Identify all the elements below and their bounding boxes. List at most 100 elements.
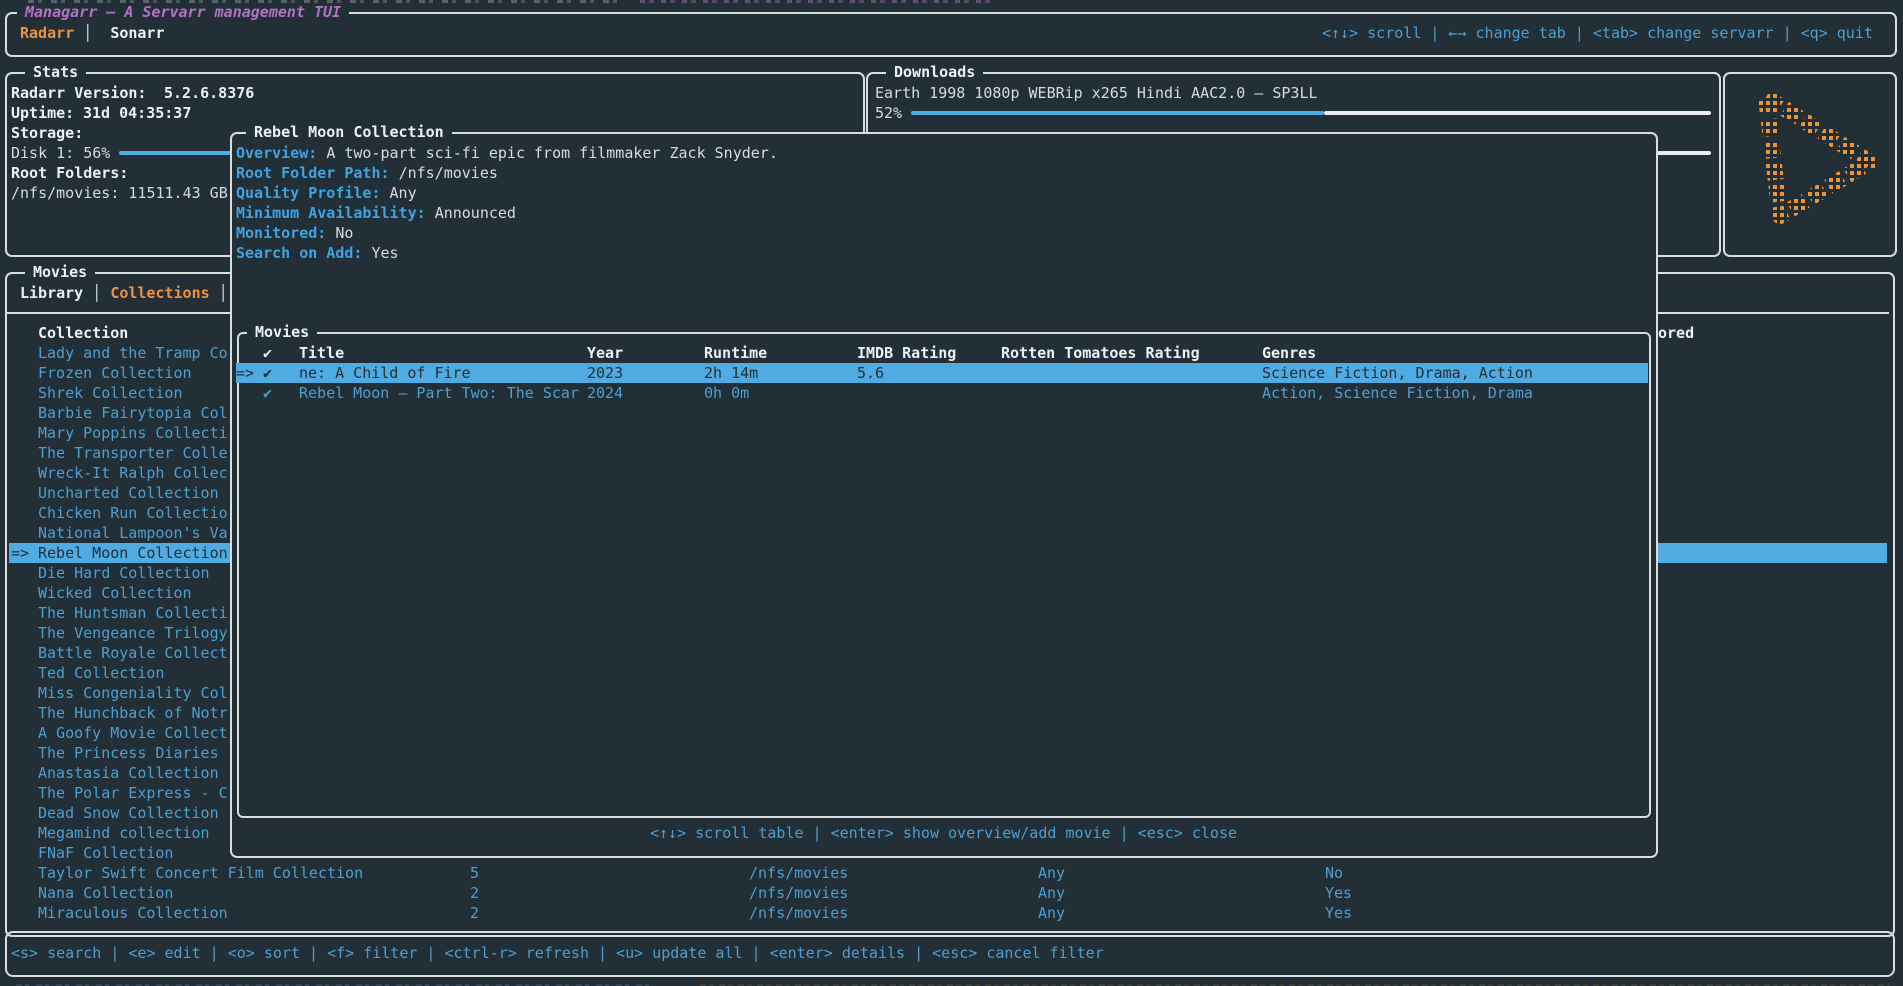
collection-movie-count: 2 [470, 903, 479, 923]
collection-row[interactable]: Anastasia Collection [38, 763, 219, 783]
collection-row[interactable]: Miraculous Collection [38, 903, 228, 923]
collection-row[interactable]: Lady and the Tramp Co [38, 343, 228, 363]
collection-row[interactable]: The Vengeance Trilogy [38, 623, 228, 643]
modal-movies-table: Movies [237, 332, 1651, 818]
movies-tabs: Library │ Collections │ [20, 283, 228, 303]
tab-radarr[interactable]: Radarr [20, 24, 74, 42]
tab-divider: │ [83, 284, 110, 302]
movies-header-rotten_tomatoes: Rotten Tomatoes Rating [1001, 343, 1200, 363]
tab-divider: │ [74, 24, 110, 42]
downloads-panel-title: Downloads [886, 62, 983, 82]
radarr-version-value: 5.2.6.8376 [164, 83, 254, 103]
download-gauge-track [1324, 111, 1711, 115]
collection-row[interactable]: Taylor Swift Concert Film Collection [38, 863, 363, 883]
collection-row[interactable]: Barbie Fairytopia Col [38, 403, 228, 423]
detail-value-text: A two-part sci-fi epic from filmmaker Za… [326, 144, 778, 162]
collection-row[interactable]: The Hunchback of Notr [38, 703, 228, 723]
modal-detail-line: Quality Profile: Any [236, 183, 417, 203]
clipped-terminal-row-top [28, 0, 618, 3]
movie-cell-genres: Science Fiction, Drama, Action [1262, 363, 1533, 383]
collection-search-on-add: No [1325, 863, 1343, 883]
movie-cell-runtime: 2h 14m [704, 363, 758, 383]
movie-cell-title[interactable]: ne: A Child of Fire [299, 363, 471, 383]
stats-panel-title: Stats [25, 62, 86, 82]
collection-movie-count: 5 [470, 863, 479, 883]
detail-label: Root Folder Path: [236, 164, 390, 182]
detail-label: Search on Add: [236, 244, 362, 262]
collection-row[interactable]: Chicken Run Collectio [38, 503, 228, 523]
collection-movie-count: 2 [470, 883, 479, 903]
collection-row[interactable]: The Transporter Colle [38, 443, 228, 463]
download-gauge-fill [911, 111, 1324, 115]
collection-row[interactable]: Mary Poppins Collecti [38, 423, 228, 443]
collection-quality-profile: Any [1038, 903, 1065, 923]
collection-row[interactable]: Rebel Moon Collection [38, 543, 228, 563]
uptime-value: 31d 04:35:37 [83, 103, 191, 123]
download-item-name: Earth 1998 1080p WEBRip x265 Hindi AAC2.… [875, 83, 1318, 103]
tab-collections[interactable]: Collections [110, 284, 209, 302]
modal-detail-line: Monitored: No [236, 223, 353, 243]
movies-header-imdb: IMDB Rating [857, 343, 956, 363]
storage-label: Storage: [11, 123, 83, 143]
detail-value-text: Yes [371, 244, 398, 262]
app-title: Managarr – A Servarr management TUI [17, 2, 349, 22]
collection-row[interactable]: The Princess Diaries [38, 743, 219, 763]
disk-usage-label: Disk 1: 56% [11, 143, 110, 163]
download-item-percent: 52% [875, 103, 902, 123]
movie-cell-title[interactable]: Rebel Moon – Part Two: The Scar [299, 383, 579, 403]
modal-detail-line: Minimum Availability: Announced [236, 203, 516, 223]
tab-library[interactable]: Library [20, 284, 83, 302]
detail-value [390, 164, 399, 182]
collection-row[interactable]: Shrek Collection [38, 383, 183, 403]
collection-row[interactable]: National Lampoon's Va [38, 523, 228, 543]
collection-row[interactable]: Battle Royale Collect [38, 643, 228, 663]
collection-row[interactable]: Ted Collection [38, 663, 164, 683]
detail-label: Monitored: [236, 224, 326, 242]
movies-header-year: Year [587, 343, 623, 363]
movie-cell-year: 2023 [587, 363, 623, 383]
movies-header-check: ✔ [263, 343, 272, 363]
collection-row[interactable]: Wicked Collection [38, 583, 192, 603]
detail-value [317, 144, 326, 162]
collection-quality-profile: Any [1038, 883, 1065, 903]
footer-help-text: <s> search | <e> edit | <o> sort | <f> f… [11, 943, 1104, 963]
monitored-column-header-fragment: ored [1658, 323, 1694, 343]
root-folder-usage: /nfs/movies: 11511.43 GB [11, 183, 228, 203]
collection-row[interactable]: Miss Congeniality Col [38, 683, 228, 703]
detail-label: Minimum Availability: [236, 204, 426, 222]
collection-row[interactable]: A Goofy Movie Collect [38, 723, 228, 743]
modal-detail-line: Overview: A two-part sci-fi epic from fi… [236, 143, 778, 163]
collection-row[interactable]: Uncharted Collection [38, 483, 219, 503]
modal-title: Rebel Moon Collection [246, 122, 452, 142]
collection-row[interactable]: Wreck-It Ralph Collec [38, 463, 228, 483]
collection-root-folder: /nfs/movies [749, 883, 848, 903]
selected-row-marker: => [236, 363, 254, 383]
collection-row[interactable]: Frozen Collection [38, 363, 192, 383]
detail-value-text: Announced [435, 204, 516, 222]
collection-row[interactable]: The Huntsman Collecti [38, 603, 228, 623]
tab-divider: │ [210, 284, 228, 302]
collection-row[interactable]: FNaF Collection [38, 843, 173, 863]
movie-cell-runtime: 0h 0m [704, 383, 749, 403]
global-help-text: <↑↓> scroll | ←→ change tab | <tab> chan… [1322, 23, 1873, 43]
collection-row[interactable]: Megamind collection [38, 823, 210, 843]
collection-row[interactable]: Nana Collection [38, 883, 173, 903]
collection-row[interactable]: Die Hard Collection [38, 563, 210, 583]
detail-value-text: Any [390, 184, 417, 202]
detail-value [381, 184, 390, 202]
movie-cell-genres: Action, Science Fiction, Drama [1262, 383, 1533, 403]
radarr-version-label: Radarr Version: [11, 83, 146, 103]
tab-sonarr[interactable]: Sonarr [110, 24, 164, 42]
movie-cell-year: 2024 [587, 383, 623, 403]
modal-detail-line: Root Folder Path: /nfs/movies [236, 163, 498, 183]
clipped-terminal-row-top-2 [640, 0, 990, 3]
collection-root-folder: /nfs/movies [749, 863, 848, 883]
detail-label: Quality Profile: [236, 184, 381, 202]
collection-row[interactable]: Dead Snow Collection [38, 803, 219, 823]
servarr-tabs: Radarr │ Sonarr [20, 23, 165, 43]
collection-row[interactable]: The Polar Express - C [38, 783, 228, 803]
collection-column-header: Collection [38, 323, 128, 343]
detail-label: Overview: [236, 144, 317, 162]
selected-row-marker: => [11, 543, 29, 563]
modal-help-text: <↑↓> scroll table | <enter> show overvie… [650, 823, 1237, 843]
